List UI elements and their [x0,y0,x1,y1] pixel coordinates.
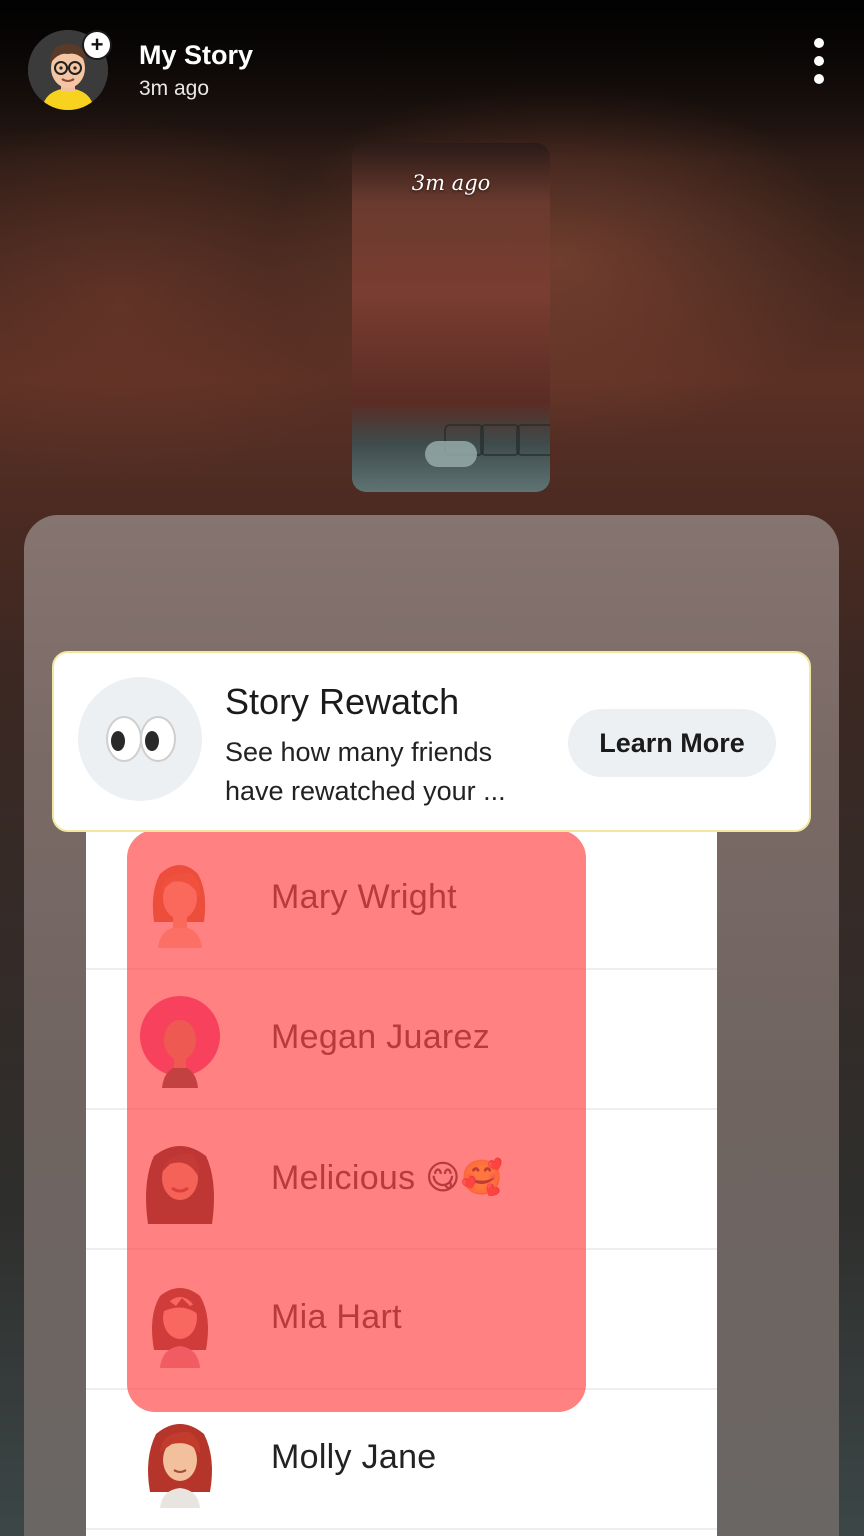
viewer-row[interactable]: Molly Jane [86,1390,717,1530]
viewer-avatar [132,1272,228,1368]
card-description: have rewatched your ... [225,776,506,806]
viewer-row[interactable]: Melicious 😋🥰 [86,1110,717,1250]
viewer-avatar [132,1412,228,1508]
thumbnail-detail [480,424,520,456]
story-timestamp: 3m ago [139,77,210,100]
viewer-name: Melicious 😋🥰 [271,1159,504,1197]
viewer-row[interactable]: Mia Hart [86,1250,717,1390]
thumbnail-detail [516,424,550,456]
drag-handle[interactable] [425,441,477,467]
story-title[interactable]: My Story [139,40,253,71]
dot [814,38,824,48]
viewer-name: Mia Hart [271,1298,402,1336]
viewer-list: Mary Wright Megan Juarez Melicious 😋🥰 Mi… [86,830,717,1536]
viewer-avatar [132,1132,228,1228]
my-avatar-button[interactable]: + [28,30,112,112]
learn-more-button[interactable]: Learn More [568,709,776,777]
add-to-story-icon[interactable]: + [82,30,112,60]
viewer-name: Megan Juarez [271,1018,491,1056]
snap-thumbnail[interactable]: 3m ago [352,143,550,492]
thumbnail-timestamp: 3m ago [411,171,491,195]
eyes-emoji-icon [78,677,202,801]
story-rewatch-card[interactable]: Story Rewatch See how many friends have … [52,651,811,832]
dot [814,56,824,66]
viewer-avatar [132,852,228,948]
card-title: Story Rewatch [225,681,460,722]
viewer-row[interactable]: Mary Wright [86,830,717,970]
story-header: + My Story 3m ago [0,0,864,130]
more-options-icon[interactable] [806,38,832,84]
dot [814,74,824,84]
viewer-row[interactable]: Megan Juarez [86,970,717,1110]
viewer-name: Molly Jane [271,1438,437,1476]
viewer-avatar [132,992,228,1088]
viewer-name: Mary Wright [271,878,457,916]
card-description: See how many friends [225,737,493,767]
